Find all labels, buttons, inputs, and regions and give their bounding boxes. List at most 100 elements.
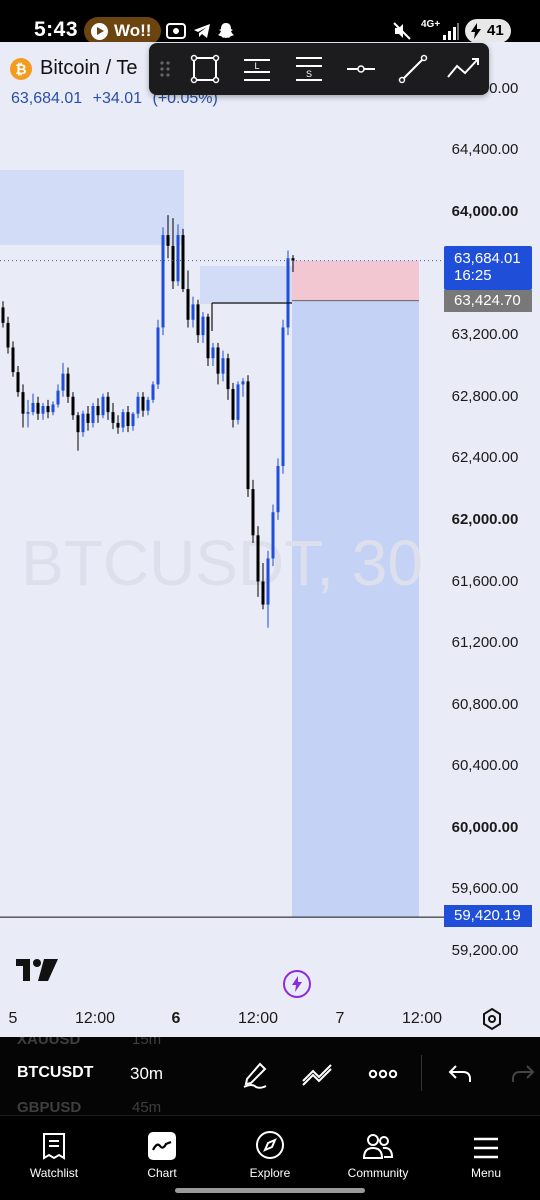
candle-body [101, 396, 105, 416]
symbol-name[interactable]: Bitcoin / Te [40, 57, 137, 80]
drag-handle-icon[interactable] [159, 60, 171, 78]
trend-drawings-button[interactable] [300, 1057, 334, 1091]
time-tick: 12:00 [401, 1010, 443, 1027]
snapchat-icon [218, 23, 234, 38]
notification-pill[interactable]: Wo!! [84, 17, 162, 45]
candle-body [76, 415, 80, 433]
candle-body [196, 304, 200, 336]
target-price-badge: 59,420.19 [444, 905, 532, 927]
nav-community[interactable]: Community [324, 1116, 432, 1186]
supply-zone-rect [0, 170, 184, 245]
time-tick: 12:00 [74, 1010, 116, 1027]
toolbar-divider [421, 1055, 422, 1091]
undo-button[interactable] [443, 1057, 477, 1091]
candle-body [11, 347, 15, 373]
current-symbol[interactable]: BTCUSDT [17, 1064, 93, 1082]
candle-body [81, 413, 85, 433]
candle-body [171, 245, 175, 282]
candle-body [96, 405, 100, 416]
trend-drawings-icon [302, 1064, 332, 1086]
chart-area[interactable]: BTCUSDT, 30 ₿ Bitcoin / Te 63,684.01 +34… [0, 42, 540, 1037]
candle-body [201, 316, 205, 336]
path-icon [447, 58, 479, 78]
candle-body [146, 399, 150, 411]
home-indicator[interactable] [175, 1188, 365, 1193]
rectangle-tool[interactable] [187, 52, 223, 86]
more-button[interactable] [366, 1057, 400, 1091]
candle-body [286, 258, 290, 328]
short-tool-letter: S [306, 69, 312, 79]
price-tick: 63,200.00 [451, 326, 519, 344]
mute-icon [393, 22, 411, 40]
compass-icon [256, 1131, 284, 1159]
path-tool[interactable] [445, 52, 481, 86]
candle-body [206, 316, 210, 359]
trend-line-tool[interactable] [395, 52, 431, 86]
candle-body [236, 384, 240, 420]
battery-level: 41 [487, 22, 504, 39]
telegram-icon [194, 24, 210, 38]
take-profit-zone [292, 300, 419, 918]
entry-price-badge-value: 63,424.70 [454, 292, 521, 309]
long-position-icon: L [244, 59, 270, 81]
order-block-rect [200, 266, 292, 304]
candle-body [251, 489, 255, 536]
candle-body [31, 402, 35, 413]
candle-body [221, 358, 225, 374]
tradingview-logo-icon [16, 959, 58, 981]
long-position-tool[interactable]: L [239, 52, 275, 86]
last-price-badge-value: 63,684.01 [454, 250, 521, 267]
community-icon [362, 1134, 394, 1159]
candle-body [141, 396, 145, 411]
nav-watchlist[interactable]: Watchlist [0, 1116, 108, 1186]
price-tick: 62,400.00 [451, 449, 519, 467]
candle-body [161, 235, 165, 328]
current-timeframe[interactable]: 30m [130, 1064, 163, 1084]
price-tick: 62,800.00 [451, 387, 519, 405]
candle-body [41, 405, 45, 414]
redo-button[interactable] [506, 1057, 540, 1091]
axis-settings-icon[interactable] [480, 1007, 504, 1031]
signal-icon [443, 23, 459, 40]
short-position-tool[interactable]: S [291, 52, 327, 86]
price-tick: 61,200.00 [451, 634, 519, 652]
candle-body [186, 288, 190, 320]
chart-icon [148, 1132, 176, 1160]
candle-body [126, 412, 130, 427]
ghost-timeframe-prev: 15m [132, 1037, 162, 1048]
candle-body [121, 412, 125, 428]
ghost-symbol-prev: XAUUSD [17, 1037, 81, 1048]
nav-explore[interactable]: Explore [216, 1116, 324, 1186]
candle-body [181, 235, 185, 289]
candle-body [261, 581, 265, 605]
price-tick: 60,800.00 [451, 695, 519, 713]
candle-body [51, 404, 55, 413]
draw-button[interactable] [238, 1057, 272, 1091]
candle-body [21, 392, 25, 414]
horizontal-ray-tool[interactable] [343, 52, 379, 86]
candle-body [111, 412, 115, 423]
ghost-timeframe-next: 45m [132, 1099, 162, 1115]
more-dots-icon [368, 1069, 398, 1079]
candle-body [256, 535, 260, 582]
candle-body [116, 422, 120, 428]
time-tick: 7 [335, 1010, 345, 1027]
candle-body [276, 466, 280, 513]
symbol-header[interactable]: ₿ Bitcoin / Te [10, 57, 137, 80]
price-tick: 64,400.00 [451, 141, 519, 159]
candle-body [241, 381, 245, 385]
nav-community-label: Community [347, 1166, 409, 1180]
lightning-icon[interactable] [283, 970, 311, 998]
short-position-icon: S [296, 57, 322, 81]
nav-watchlist-label: Watchlist [29, 1166, 79, 1180]
screen-record-icon [166, 23, 186, 39]
nav-chart[interactable]: Chart [108, 1116, 216, 1186]
ghost-symbol-next: GBPUSD [17, 1099, 82, 1115]
candle-body [226, 358, 230, 390]
candle-body [16, 372, 20, 393]
battery-indicator: 41 [465, 19, 511, 43]
time-tick: 6 [171, 1010, 181, 1027]
nav-menu[interactable]: Menu [432, 1116, 540, 1186]
nav-menu-label: Menu [470, 1166, 502, 1180]
undo-icon [448, 1065, 471, 1082]
